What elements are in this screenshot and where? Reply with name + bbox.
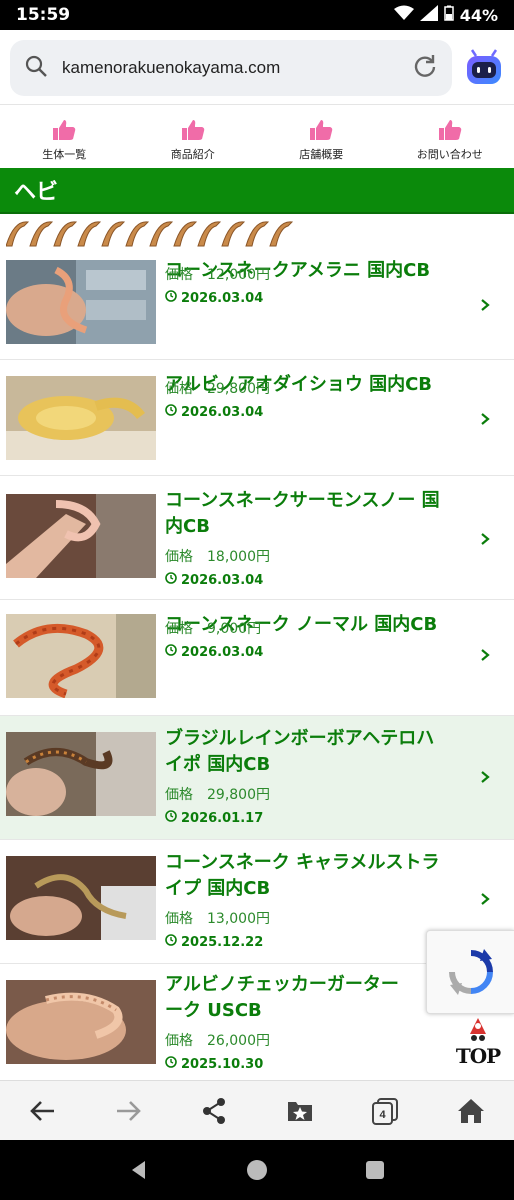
tabs-button[interactable]: 4 <box>365 1091 405 1131</box>
product-item[interactable]: ブラジルレインボーボアヘテロハ イポ 国内CB 価格 29,800円 2026.01… <box>0 716 514 840</box>
price-value: 26,000円 <box>207 1033 270 1049</box>
arrow-left-icon <box>29 1100 54 1121</box>
price-value: 12,000円 <box>207 267 270 283</box>
product-photo <box>6 856 156 940</box>
home-icon <box>458 1098 485 1123</box>
price-value: 29,800円 <box>207 381 270 397</box>
battery-icon <box>443 5 454 25</box>
recaptcha-badge[interactable] <box>426 930 514 1014</box>
battery-percent: 44% <box>459 5 498 25</box>
product-title[interactable]: アルビノチェッカーガーター ーク USCB <box>165 972 465 1024</box>
browser-toolbar: kamenorakuenokayama.com <box>0 30 514 104</box>
chevron-right-icon[interactable] <box>478 648 492 662</box>
clock-icon <box>165 290 177 306</box>
price-value: 29,800円 <box>207 787 270 803</box>
arrow-right-icon <box>117 1100 142 1121</box>
system-recents-icon[interactable] <box>363 1158 387 1182</box>
nav-item-store[interactable]: 店舗概要 <box>257 105 386 168</box>
product-title[interactable]: コーンスネーク キャラメルストラ イプ 国内CB <box>165 850 465 902</box>
clock-icon <box>165 572 177 588</box>
wifi-icon <box>393 5 414 25</box>
thumbs-up-icon <box>438 120 461 140</box>
product-photo <box>6 980 156 1064</box>
signal-icon <box>419 5 438 25</box>
product-photo <box>6 614 156 698</box>
chevron-right-icon[interactable] <box>478 298 492 312</box>
reload-icon[interactable] <box>412 53 438 83</box>
product-item[interactable]: コーンスネークアメラニ 国内CB 価格 12,000円 2026.03.04 <box>0 248 514 360</box>
chevron-right-icon[interactable] <box>478 770 492 784</box>
recaptcha-icon <box>448 949 493 995</box>
price-label: 価格 <box>165 911 193 927</box>
bookmarks-button[interactable] <box>280 1091 320 1131</box>
price-label: 価格 <box>165 787 193 803</box>
product-item[interactable]: コーンスネークサーモンスノー 国内CB 価格 18,000円 2026.03.04 <box>0 476 514 600</box>
tab-count: 4 <box>380 1109 387 1121</box>
nav-item-animals[interactable]: 生体一覧 <box>0 105 129 168</box>
browser-bottom-bar: 4 <box>0 1080 514 1140</box>
system-back-icon[interactable] <box>127 1158 151 1182</box>
system-home-icon[interactable] <box>245 1158 269 1182</box>
home-button[interactable] <box>451 1091 491 1131</box>
product-title[interactable]: コーンスネークサーモンスノー 国内CB <box>165 488 465 540</box>
chevron-right-icon[interactable] <box>478 892 492 906</box>
clock-icon <box>165 644 177 660</box>
price-label: 価格 <box>165 549 193 565</box>
price-label: 価格 <box>165 1033 193 1049</box>
url-text[interactable]: kamenorakuenokayama.com <box>62 58 412 78</box>
nav-item-contact[interactable]: お問い合わせ <box>386 105 514 168</box>
back-to-top-label[interactable]: TOP <box>452 1044 504 1068</box>
forward-button[interactable] <box>108 1091 148 1131</box>
chevron-right-icon[interactable] <box>478 532 492 546</box>
price-label: 価格 <box>165 621 193 637</box>
clock-icon <box>165 1056 177 1072</box>
snake-pattern-banner <box>6 221 294 247</box>
price-value: 9,000円 <box>207 621 262 637</box>
clock-icon <box>165 810 177 826</box>
category-title: ヘビ <box>14 180 59 205</box>
android-navigation-bar <box>0 1140 514 1200</box>
price-value: 18,000円 <box>207 549 270 565</box>
post-date: 2025.10.30 <box>181 1056 264 1072</box>
product-photo <box>6 260 156 344</box>
product-photo <box>6 494 156 578</box>
search-icon <box>24 54 48 82</box>
tabs-icon: 4 <box>372 1097 399 1125</box>
price-value: 13,000円 <box>207 911 270 927</box>
share-icon <box>203 1097 226 1124</box>
post-date: 2025.12.22 <box>181 934 264 950</box>
clock-icon <box>165 934 177 950</box>
post-date: 2026.03.04 <box>181 404 264 420</box>
status-time: 15:59 <box>16 5 71 25</box>
product-title[interactable]: ブラジルレインボーボアヘテロハ イポ 国内CB <box>165 726 465 778</box>
share-button[interactable] <box>194 1091 234 1131</box>
thumbs-up-icon <box>53 120 76 140</box>
status-bar: 15:59 44% <box>0 0 514 30</box>
post-date: 2026.03.04 <box>181 572 264 588</box>
clock-icon <box>165 404 177 420</box>
chevron-right-icon[interactable] <box>478 412 492 426</box>
nav-item-products[interactable]: 商品紹介 <box>129 105 258 168</box>
price-label: 価格 <box>165 381 193 397</box>
category-header: ヘビ <box>0 168 514 214</box>
post-date: 2026.01.17 <box>181 810 264 826</box>
thumbs-up-icon <box>181 120 204 140</box>
thumbs-up-icon <box>310 120 333 140</box>
post-date: 2026.03.04 <box>181 290 264 306</box>
product-photo <box>6 732 156 816</box>
site-nav: 生体一覧 商品紹介 店舗概要 お問い合わせ <box>0 104 514 168</box>
address-bar[interactable]: kamenorakuenokayama.com <box>10 40 452 96</box>
assistant-icon[interactable] <box>462 46 506 90</box>
product-item[interactable]: コーンスネーク ノーマル 国内CB 価格 9,000円 2026.03.04 <box>0 600 514 716</box>
price-label: 価格 <box>165 267 193 283</box>
back-button[interactable] <box>23 1091 63 1131</box>
product-photo <box>6 376 156 460</box>
product-item[interactable]: アルビノアオダイショウ 国内CB 価格 29,800円 2026.03.04 <box>0 360 514 476</box>
bookmark-star-icon <box>287 1101 312 1121</box>
post-date: 2026.03.04 <box>181 644 264 660</box>
